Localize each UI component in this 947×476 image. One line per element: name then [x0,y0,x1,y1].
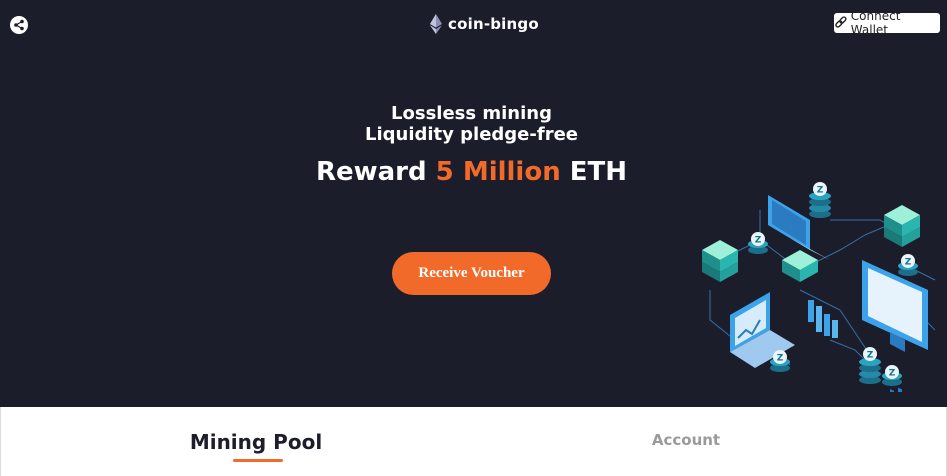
bar-blocks [808,300,838,338]
tab-bar: Mining Pool Account [0,407,947,476]
app-root: coin-bingo Connect Wallet Lossless minin… [0,0,947,476]
node-right-stack [884,205,920,247]
hero-line-2: Liquidity pledge-free [364,124,578,145]
share-icon [14,19,24,31]
tab-mining-pool-label: Mining Pool [189,430,323,454]
reward-suffix: ETH [569,157,628,187]
connect-wallet-button[interactable]: Connect Wallet [834,9,940,37]
hero-line-1: Lossless mining [391,103,552,124]
brand: coin-bingo [430,14,539,34]
coin-glyph: Z [905,258,912,268]
node-left-stack [702,240,738,282]
node-center-stack [782,250,818,282]
coin-glyph: Z [777,354,784,364]
coin-glyph: Z [817,186,824,196]
reward-amount: 5 Million [435,157,561,187]
tab-account-label: Account [651,431,721,449]
tab-account[interactable]: Account [581,407,791,476]
brand-name: coin-bingo [448,15,539,33]
link-icon [835,16,847,28]
active-tab-indicator [233,459,283,462]
tab-mining-pool[interactable]: Mining Pool [151,407,361,476]
coin-glyph: Z [889,369,896,379]
hero-headline: Lossless mining Liquidity pledge-free [0,103,943,145]
reward-prefix: Reward [315,157,427,187]
coin-glyph: Z [867,351,874,361]
coin-glyph: Z [755,236,762,246]
receive-voucher-button[interactable]: Receive Voucher [392,252,551,295]
receive-voucher-label: Receive Voucher [418,265,525,281]
hero-banner: coin-bingo Connect Wallet Lossless minin… [0,0,947,407]
share-button[interactable] [10,16,28,34]
ethereum-icon [430,14,442,34]
connect-wallet-label: Connect Wallet [850,9,901,37]
blockchain-network-illustration: Z Z Z Z Z Z [702,182,936,392]
